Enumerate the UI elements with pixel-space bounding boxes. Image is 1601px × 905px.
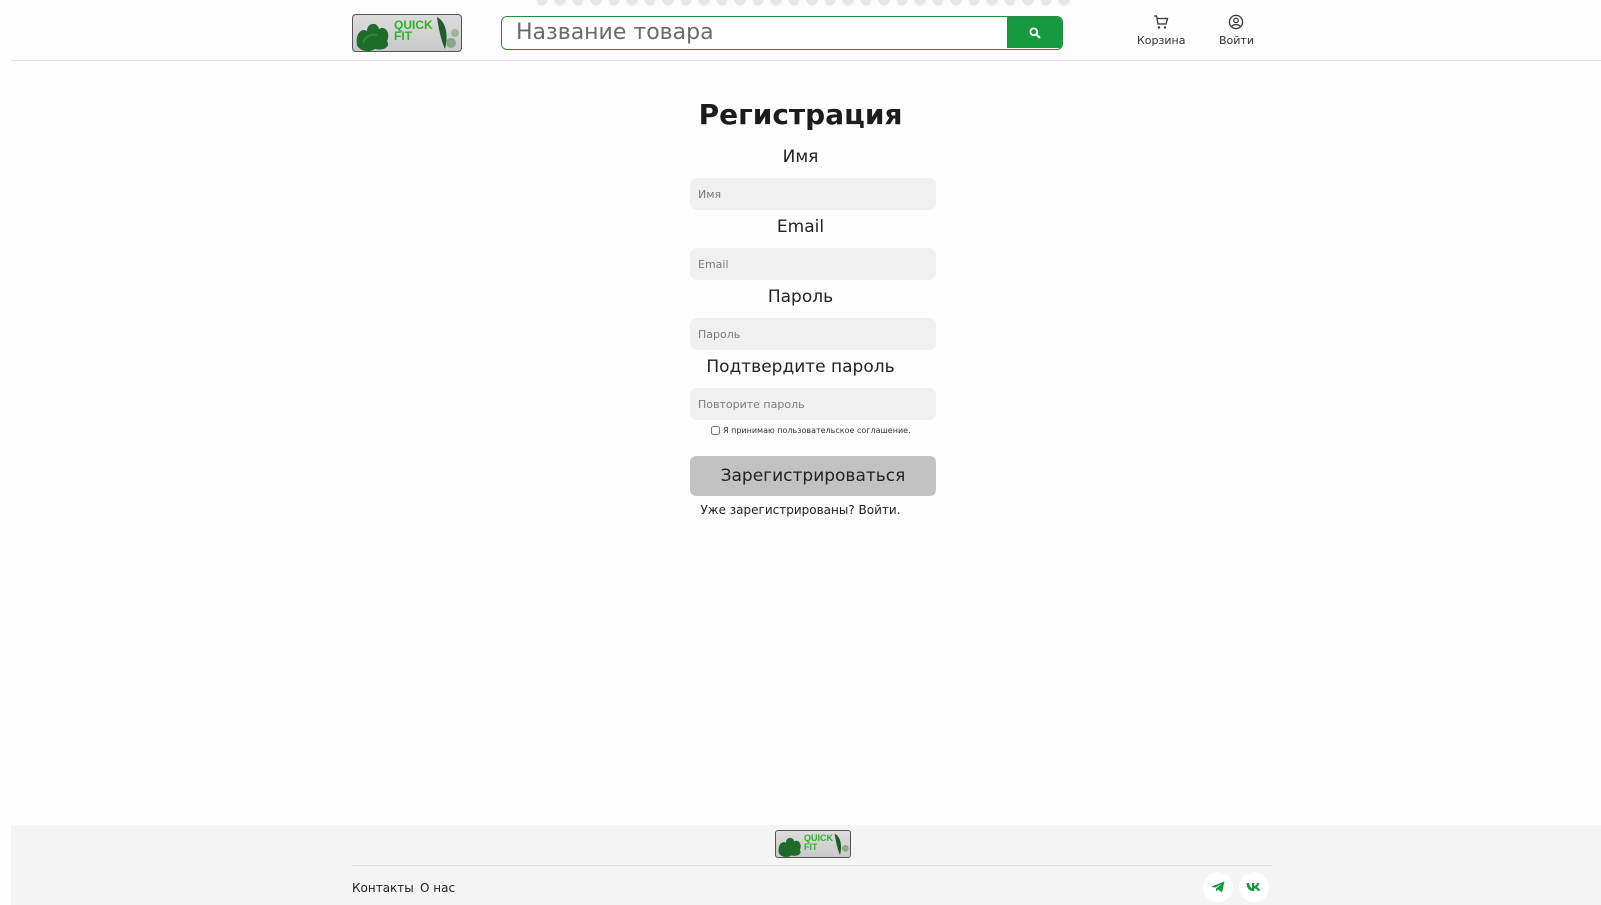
- nav-login[interactable]: Войти: [1219, 14, 1254, 47]
- decorative-strip: [534, 0, 1074, 8]
- nav-login-label: Войти: [1219, 34, 1254, 47]
- logo-text: QUICK FIT: [394, 18, 433, 43]
- register-button[interactable]: Зарегистрироваться: [690, 456, 936, 496]
- telegram-icon: [1211, 881, 1225, 893]
- vk-icon: [1246, 883, 1261, 891]
- email-field[interactable]: [690, 248, 936, 280]
- agreement-checkbox[interactable]: [711, 426, 720, 435]
- footer-logo-text: QUICK FIT: [804, 833, 833, 852]
- password-field[interactable]: [690, 318, 936, 350]
- agreement-label: Я принимаю пользовательское соглашение.: [723, 426, 911, 435]
- vk-link[interactable]: [1239, 872, 1269, 902]
- footer-logo[interactable]: QUICK FIT: [775, 830, 851, 858]
- nav-cart[interactable]: Корзина: [1137, 14, 1185, 47]
- confirm-password-label: Подтвердите пароль: [706, 357, 895, 377]
- search-icon: [1029, 27, 1041, 39]
- nav-cart-label: Корзина: [1137, 34, 1186, 47]
- footer-link-contacts[interactable]: Контакты: [352, 881, 414, 895]
- cucumber-icon: [834, 833, 849, 855]
- search-input[interactable]: [502, 17, 1007, 48]
- search-bar: [501, 16, 1063, 50]
- cart-icon: [1154, 15, 1169, 29]
- site-header: QUICK FIT Корзина Войти: [11, 0, 1601, 61]
- site-logo[interactable]: QUICK FIT: [352, 14, 462, 52]
- login-link[interactable]: Уже зарегистрированы? Войти.: [0, 503, 1601, 517]
- user-circle-icon: [1229, 14, 1244, 30]
- search-button[interactable]: [1007, 17, 1062, 48]
- footer-link-about[interactable]: О нас: [420, 881, 455, 895]
- confirm-password-field[interactable]: [690, 388, 936, 420]
- agreement-row: Я принимаю пользовательское соглашение.: [711, 426, 911, 435]
- footer-divider: [351, 865, 1273, 866]
- lettuce-icon: [778, 837, 801, 857]
- lettuce-icon: [356, 24, 389, 51]
- cucumber-icon: [437, 17, 459, 49]
- name-label: Имя: [782, 147, 819, 167]
- telegram-link[interactable]: [1203, 872, 1233, 902]
- name-field[interactable]: [690, 178, 936, 210]
- password-label: Пароль: [767, 287, 834, 307]
- site-footer: QUICK FIT Контакты О нас: [11, 825, 1601, 905]
- email-label: Email: [776, 217, 825, 237]
- page-title: Регистрация: [698, 98, 903, 131]
